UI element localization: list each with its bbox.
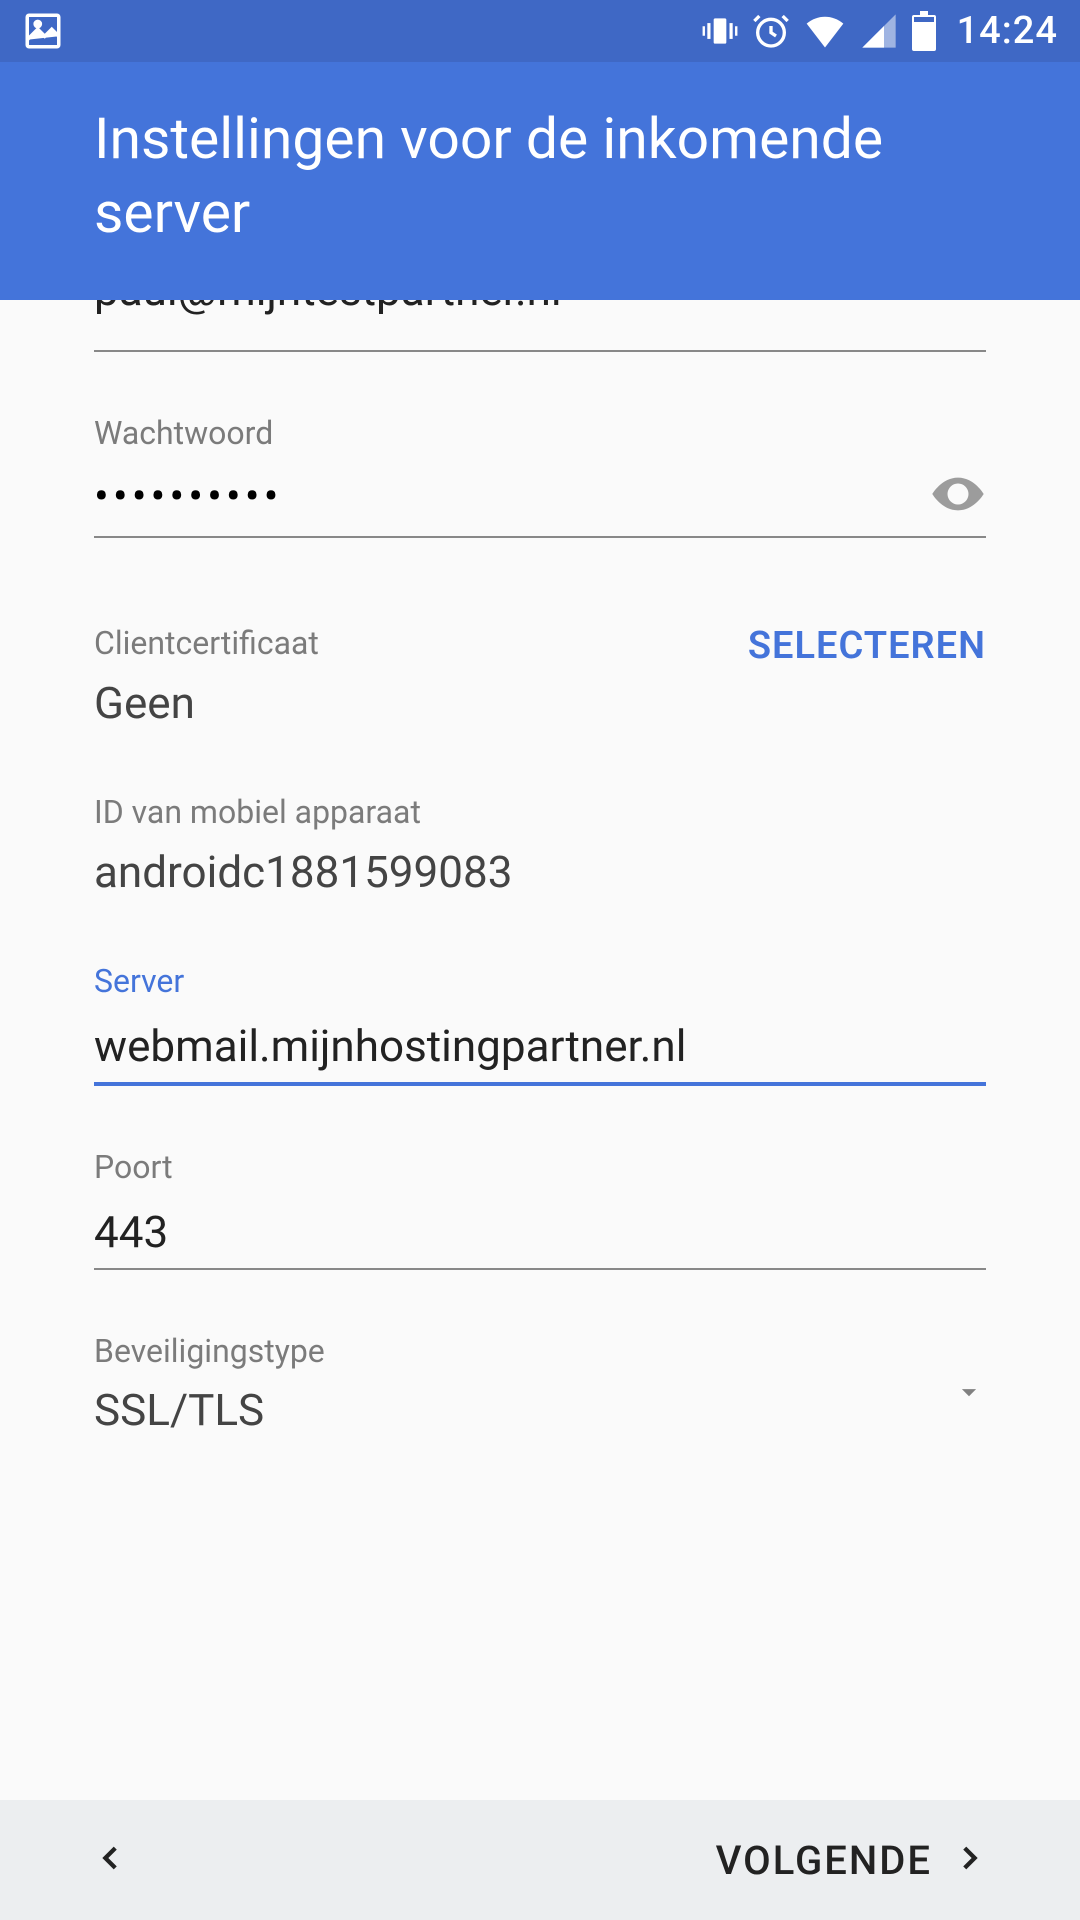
device-id-value: androidc1881599083 xyxy=(94,845,986,900)
signal-icon xyxy=(859,11,899,51)
password-label: Wachtwoord xyxy=(94,414,986,452)
port-field-block: Poort xyxy=(94,1148,986,1270)
server-label: Server xyxy=(94,962,986,1000)
vibrate-icon xyxy=(701,12,739,50)
port-label: Poort xyxy=(94,1148,986,1186)
server-field-block: Server xyxy=(94,962,986,1086)
port-input[interactable] xyxy=(94,1200,986,1270)
next-button-label: VOLGENDE xyxy=(716,1837,932,1884)
email-value: paul@mijntestpartner.nl xyxy=(94,300,986,316)
security-type-select[interactable]: SSL/TLS xyxy=(94,1384,986,1446)
back-button[interactable] xyxy=(94,1841,128,1879)
email-field[interactable]: paul@mijntestpartner.nl xyxy=(94,300,986,352)
app-header: Instellingen voor de inkomende server xyxy=(0,62,1080,300)
client-cert-label: Clientcertificaat xyxy=(94,624,319,662)
chevron-right-icon xyxy=(952,1841,986,1879)
eye-icon[interactable] xyxy=(930,466,986,526)
password-field-block: Wachtwoord •••••••••• xyxy=(94,414,986,538)
alarm-icon xyxy=(751,11,791,51)
security-type-block: Beveiligingstype SSL/TLS xyxy=(94,1332,986,1446)
client-cert-value: Geen xyxy=(94,676,319,731)
device-id-label: ID van mobiel apparaat xyxy=(94,793,986,831)
password-masked-value: •••••••••• xyxy=(94,474,930,518)
footer-bar: VOLGENDE xyxy=(0,1800,1080,1920)
password-field[interactable]: •••••••••• xyxy=(94,466,986,538)
client-cert-row: Clientcertificaat Geen SELECTEREN xyxy=(94,624,986,731)
select-cert-button[interactable]: SELECTEREN xyxy=(748,624,986,668)
form-content: paul@mijntestpartner.nl Wachtwoord •••••… xyxy=(0,300,1080,1800)
next-button[interactable]: VOLGENDE xyxy=(716,1837,986,1884)
page-title: Instellingen voor de inkomende server xyxy=(94,102,986,250)
battery-icon xyxy=(911,11,937,51)
wifi-icon xyxy=(803,9,847,53)
device-id-block: ID van mobiel apparaat androidc188159908… xyxy=(94,793,986,900)
status-bar: 14:24 xyxy=(0,0,1080,62)
security-type-value: SSL/TLS xyxy=(94,1384,264,1436)
status-time: 14:24 xyxy=(957,9,1058,53)
picture-icon xyxy=(22,10,64,52)
chevron-down-icon xyxy=(952,1375,986,1413)
server-input[interactable] xyxy=(94,1014,986,1086)
security-type-label: Beveiligingstype xyxy=(94,1332,986,1370)
